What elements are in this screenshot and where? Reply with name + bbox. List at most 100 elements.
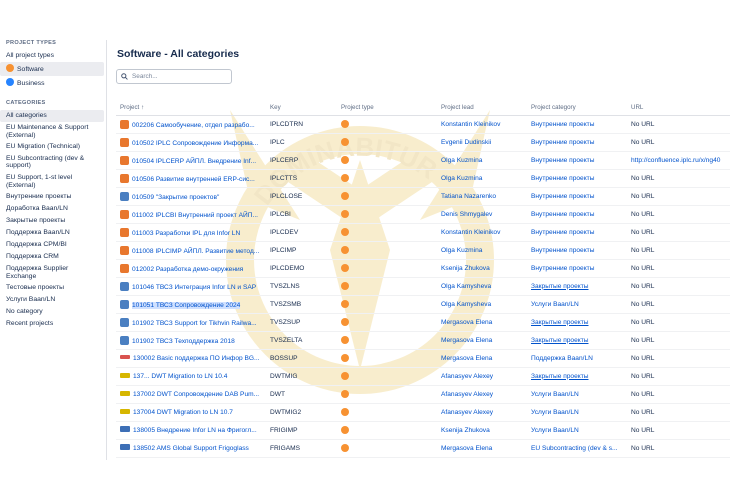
project-name-link[interactable]: 101902 ТВСЗ Техподдержка 2018 bbox=[116, 331, 266, 350]
project-category-link[interactable]: Услуги Baan/LN bbox=[527, 403, 627, 422]
column-header-project-lead[interactable]: Project lead bbox=[437, 100, 527, 116]
sidebar-category-item[interactable]: Поддержка CRM bbox=[0, 251, 104, 263]
sidebar-category-item[interactable]: Доработка Baan/LN bbox=[0, 203, 104, 215]
project-category-link[interactable]: Внутренние проекты bbox=[527, 205, 627, 224]
sidebar-category-item[interactable]: Внутренние проекты bbox=[0, 191, 104, 203]
project-category-link[interactable]: Внутренние проекты bbox=[527, 241, 627, 260]
project-name-link[interactable]: 137002 DWT Сопровождение DAB Pum... bbox=[116, 385, 266, 404]
software-type-icon bbox=[341, 371, 349, 380]
project-lead-link[interactable]: Olga Kamysheva bbox=[437, 295, 527, 314]
sidebar-category-item[interactable]: Услуги Baan/LN bbox=[0, 294, 104, 306]
project-category-link[interactable]: Закрытые проекты bbox=[527, 277, 627, 296]
project-name-link[interactable]: 137... DWT Migration to LN 10.4 bbox=[116, 367, 266, 386]
project-category-link[interactable]: Услуги Baan/LN bbox=[527, 385, 627, 404]
project-category-link[interactable]: Поддержка Baan/LN bbox=[527, 349, 627, 368]
project-lead-link[interactable]: Tatiana Nazarenko bbox=[437, 187, 527, 206]
column-header-project-category[interactable]: Project category bbox=[527, 100, 627, 116]
sidebar-category-item[interactable]: Поддержка CPM/BI bbox=[0, 239, 104, 251]
search-box[interactable] bbox=[116, 69, 232, 84]
sidebar-category-item[interactable]: EU Support, 1-st level (External) bbox=[0, 172, 104, 191]
software-type-icon bbox=[341, 389, 349, 398]
project-lead-link[interactable]: Afanasyev Alexey bbox=[437, 403, 527, 422]
table-row: 130002 Basic поддержка ПО Инфор BG... BOS… bbox=[116, 349, 730, 368]
project-category-link[interactable]: Внутренние проекты bbox=[527, 259, 627, 278]
project-category-link[interactable]: Закрытые проекты bbox=[527, 331, 627, 350]
project-name-link[interactable]: 130002 Basic поддержка ПО Инфор BG... bbox=[116, 349, 266, 368]
project-name-link[interactable]: 010509 "Закрытие проектов" bbox=[116, 187, 266, 206]
project-name-link[interactable]: 011002 IPLCBI Внутренний проект АЙП... bbox=[116, 205, 266, 224]
project-category-link[interactable]: Внутренние проекты bbox=[527, 133, 627, 152]
sidebar-category-item[interactable]: Поддержка Supplier Exchange bbox=[0, 263, 104, 282]
project-url-link[interactable]: http://confluence.iplc.ru/x/ng40 bbox=[627, 151, 730, 170]
project-category-link[interactable]: Услуги Baan/LN bbox=[527, 421, 627, 440]
project-lead-link[interactable]: Olga Kuzmina bbox=[437, 151, 527, 170]
project-type-cell bbox=[337, 277, 437, 296]
sidebar-category-item[interactable]: No category bbox=[0, 306, 104, 318]
project-lead-link[interactable]: Mergasova Elena bbox=[437, 313, 527, 332]
project-lead-link[interactable]: Konstantin Kleinikov bbox=[437, 223, 527, 242]
project-url: No URL bbox=[627, 115, 730, 134]
project-category-link[interactable]: Внутренние проекты bbox=[527, 223, 627, 242]
project-lead-link[interactable]: Mergasova Elena bbox=[437, 439, 527, 458]
project-lead-link[interactable]: Afanasyev Alexey bbox=[437, 367, 527, 386]
project-type-cell bbox=[337, 349, 437, 368]
project-category-link[interactable]: Внутренние проекты bbox=[527, 115, 627, 134]
project-lead-link[interactable]: Konstantin Kleinikov bbox=[437, 115, 527, 134]
project-name-link[interactable]: 010506 Развитие внутренней ERP-сис... bbox=[116, 169, 266, 188]
column-header-project[interactable]: Project ↑ bbox=[116, 100, 266, 116]
sidebar-category-item[interactable]: EU Maintenance & Support (External) bbox=[0, 122, 104, 141]
project-name-link[interactable]: 002206 Самообучение, отдел разрабо... bbox=[116, 115, 266, 134]
project-lead-link[interactable]: Olga Kuzmina bbox=[437, 241, 527, 260]
sidebar-category-item[interactable]: Recent projects bbox=[0, 318, 104, 330]
project-avatar bbox=[120, 317, 129, 327]
project-name-link[interactable]: 138005 Внедрение Infor LN на Фригогл... bbox=[116, 421, 266, 440]
project-category-link[interactable]: Закрытые проекты bbox=[527, 367, 627, 386]
sidebar-category-item[interactable]: All categories bbox=[0, 110, 104, 122]
project-avatar bbox=[120, 173, 129, 183]
project-lead-link[interactable]: Denis Shmygalev bbox=[437, 205, 527, 224]
software-type-icon bbox=[341, 191, 349, 200]
sidebar-category-item[interactable]: Закрытые проекты bbox=[0, 215, 104, 227]
column-header-key[interactable]: Key bbox=[266, 100, 337, 116]
project-name-link[interactable]: 138502 AMS Global Support Frigoglass bbox=[116, 439, 266, 458]
project-avatar bbox=[120, 263, 129, 273]
project-key: DWTMIG2 bbox=[266, 403, 337, 422]
sidebar-category-item[interactable]: Тестовые проекты bbox=[0, 282, 104, 294]
column-header-url[interactable]: URL bbox=[627, 100, 730, 116]
project-name-link[interactable]: 010504 IPLCERP АЙПЛ. Внедрение Inf... bbox=[116, 151, 266, 170]
project-name-link[interactable]: 137004 DWT Migration to LN 10.7 bbox=[116, 403, 266, 422]
project-category-link[interactable]: Закрытые проекты bbox=[527, 313, 627, 332]
project-name-link[interactable]: 012002 Разработка демо-окружения bbox=[116, 259, 266, 278]
sidebar-item-business[interactable]: Business bbox=[0, 76, 104, 90]
project-name-link[interactable]: 101902 ТВСЗ Support for Tikhvin Railwa..… bbox=[116, 313, 266, 332]
project-name-link[interactable]: 011003 Разработки IPL для Infor LN bbox=[116, 223, 266, 242]
project-lead-link[interactable]: Olga Kuzmina bbox=[437, 169, 527, 188]
project-lead-link[interactable]: Mergasova Elena bbox=[437, 331, 527, 350]
project-name-link[interactable]: 010502 IPLC Сопровождение Информа... bbox=[116, 133, 266, 152]
project-url: No URL bbox=[627, 349, 730, 368]
sidebar-item-all-project-types[interactable]: All project types bbox=[0, 50, 104, 62]
project-name-link[interactable]: 011008 IPLCIMP АЙПЛ. Развитие метод... bbox=[116, 241, 266, 260]
project-category-link[interactable]: EU Subcontracting (dev & s... bbox=[527, 439, 627, 458]
project-lead-link[interactable]: Afanasyev Alexey bbox=[437, 385, 527, 404]
project-name-link[interactable]: 101051 ТВСЗ Сопровождение 2024 bbox=[116, 295, 266, 314]
project-lead-link[interactable]: Mergasova Elena bbox=[437, 349, 527, 368]
sidebar-category-item[interactable]: EU Migration (Technical) bbox=[0, 141, 104, 153]
column-header-project-type[interactable]: Project type bbox=[337, 100, 437, 116]
project-category-link[interactable]: Услуги Baan/LN bbox=[527, 295, 627, 314]
project-lead-link[interactable]: Evgenii Dudinskii bbox=[437, 133, 527, 152]
project-lead-link[interactable]: Ksenija Zhukova bbox=[437, 259, 527, 278]
sidebar: PROJECT TYPES All project types Software… bbox=[0, 40, 104, 500]
project-category-link[interactable]: Внутренние проекты bbox=[527, 169, 627, 188]
project-lead-link[interactable]: Ksenija Zhukova bbox=[437, 421, 527, 440]
sidebar-item-software[interactable]: Software bbox=[0, 62, 104, 76]
sidebar-category-item[interactable]: EU Subcontracting (dev & support) bbox=[0, 153, 104, 172]
project-avatar bbox=[120, 137, 129, 147]
search-input[interactable] bbox=[132, 71, 228, 82]
sidebar-category-item[interactable]: Поддержка Baan/LN bbox=[0, 227, 104, 239]
project-lead-link[interactable]: Olga Kamysheva bbox=[437, 277, 527, 296]
project-category-link[interactable]: Внутренние проекты bbox=[527, 187, 627, 206]
project-name-link[interactable]: 101046 ТВСЗ Интеграция Infor LN и SAP bbox=[116, 277, 266, 296]
project-category-link[interactable]: Внутренние проекты bbox=[527, 151, 627, 170]
table-row: 010504 IPLCERP АЙПЛ. Внедрение Inf... IPL… bbox=[116, 151, 730, 170]
